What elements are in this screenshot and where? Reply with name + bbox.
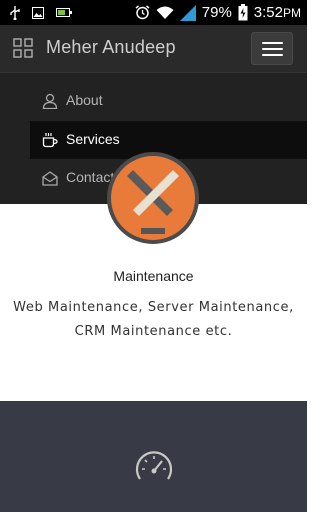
service-icon-circle: [107, 152, 199, 244]
brand-title[interactable]: Meher Anudeep: [46, 37, 176, 58]
clock: 3:52PM: [254, 4, 301, 21]
usb-icon: [10, 5, 20, 20]
service-section-dark: [0, 401, 307, 512]
alarm-icon: [135, 5, 150, 20]
user-icon: [42, 93, 58, 109]
image-icon: [32, 6, 44, 19]
service-title: Maintenance: [113, 268, 194, 284]
signal-icon: [179, 4, 196, 21]
wifi-icon: [156, 6, 174, 19]
speedometer-icon: [135, 451, 173, 480]
battery-icon: [238, 4, 248, 21]
navbar: Meher Anudeep: [0, 25, 307, 72]
envelope-open-icon: [42, 171, 58, 186]
menu-item-label: About: [66, 92, 103, 108]
status-bar: 79% 3:52PM: [0, 0, 307, 25]
clock-time: 3:52: [253, 4, 283, 21]
hamburger-icon: [262, 54, 283, 56]
grid-icon[interactable]: [13, 38, 33, 58]
menu-item-services[interactable]: Services: [30, 121, 307, 159]
hamburger-icon: [262, 42, 283, 44]
menu-item-label: Contact: [66, 169, 115, 185]
menu-item-label: Services: [66, 131, 120, 147]
clock-suffix: PM: [283, 6, 301, 20]
battery-charging-small-icon: [56, 8, 72, 17]
menu-toggle-button[interactable]: [251, 32, 293, 65]
service-section: Maintenance Web Maintenance, Server Main…: [0, 152, 307, 401]
coffee-icon: [42, 133, 58, 148]
battery-percent: 79%: [201, 4, 232, 21]
hamburger-icon: [262, 48, 283, 50]
tools-icon: [127, 170, 179, 234]
menu-item-about[interactable]: About: [30, 82, 307, 120]
service-description: Web Maintenance, Server Maintenance, CRM…: [13, 300, 294, 339]
